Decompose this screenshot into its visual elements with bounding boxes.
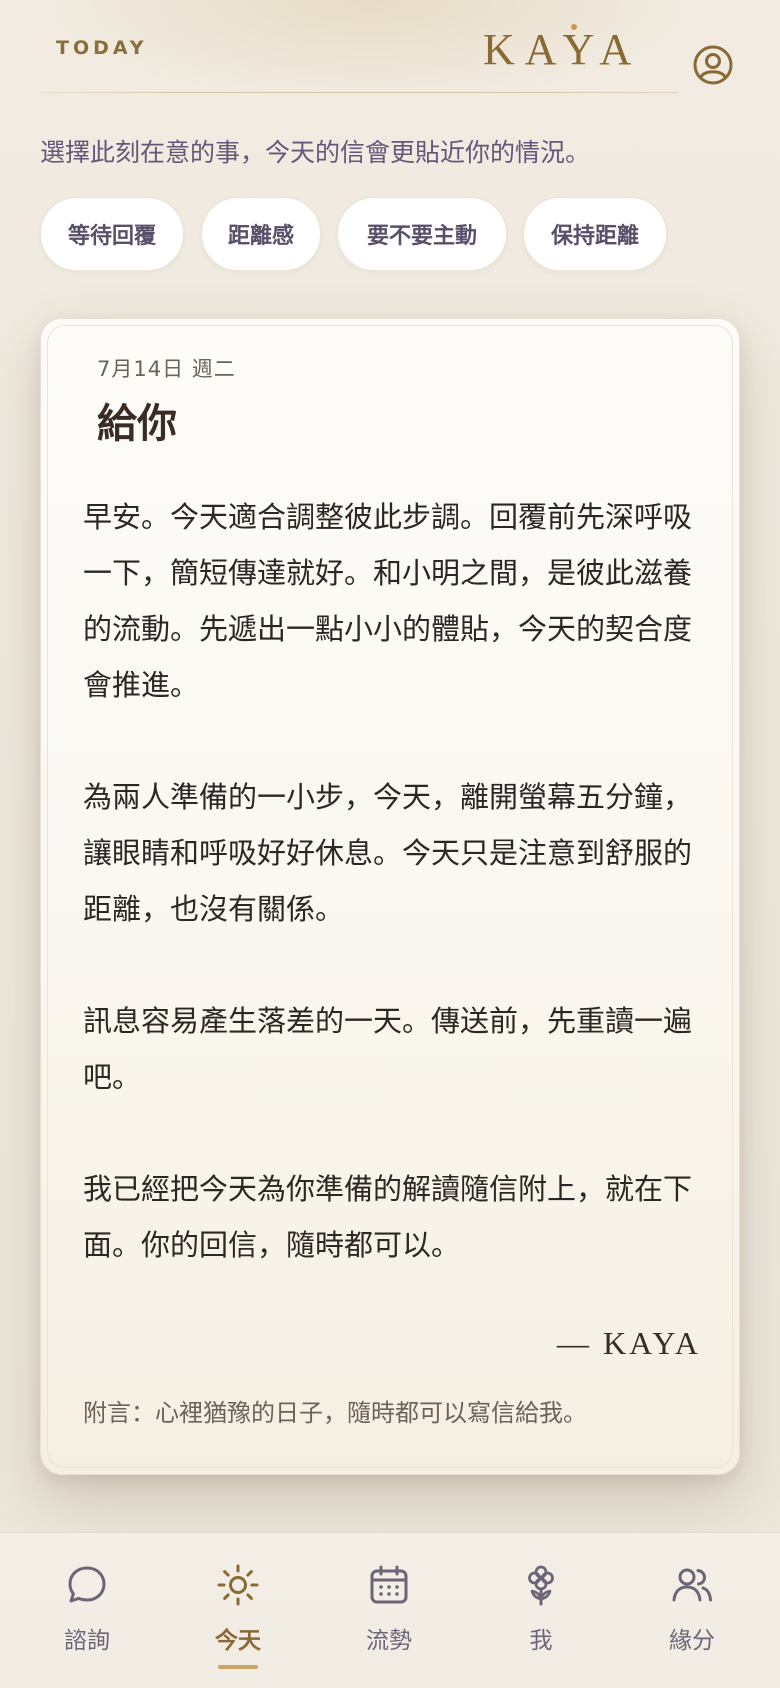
nav-item-flow[interactable]: 流勢 (329, 1563, 449, 1673)
calendar-icon (370, 1565, 408, 1604)
brand-logo: KAYA (483, 25, 642, 74)
users-icon (672, 1568, 712, 1602)
sun-icon (217, 1564, 259, 1606)
nav-item-today[interactable]: 今天 (178, 1563, 298, 1673)
letter-title: 給你 (97, 400, 177, 447)
chip-take-initiative[interactable]: 要不要主動 (337, 197, 507, 271)
letter-postscript: 附言：心裡猶豫的日子，隨時都可以寫信給我。 (83, 1399, 587, 1427)
letter-date: 7月14日 週二 (97, 357, 236, 381)
chip-keep-distance[interactable]: 保持距離 (523, 197, 667, 271)
section-label: TODAY (56, 37, 148, 59)
letter-signature: — KAYA (557, 1325, 701, 1361)
bottom-nav: 諮詢 今天 流勢 我 緣分 (0, 1532, 780, 1688)
letter-paragraph: 我已經把今天為你準備的解讀隨信附上，就在下面。你的回信，隨時都可以。 (83, 1172, 693, 1262)
flower-icon (528, 1565, 554, 1606)
nav-item-fate[interactable]: 緣分 (632, 1563, 752, 1673)
letter-paragraph: 為兩人準備的一小步，今天，離開螢幕五分鐘，讓眼睛和呼吸好好休息。今天只是注意到舒… (83, 780, 693, 926)
letter-paragraph: 訊息容易產生落差的一天。傳送前，先重讀一遍吧。 (83, 1004, 693, 1094)
user-circle-icon[interactable] (692, 44, 734, 86)
nav-label: 流勢 (366, 1628, 412, 1654)
nav-label: 緣分 (669, 1628, 715, 1654)
letter-paragraph: 早安。今天適合調整彼此步調。回覆前先深呼吸一下，簡短傳達就好。和小明之間，是彼此… (83, 500, 693, 702)
nav-item-consult[interactable]: 諮詢 (27, 1563, 147, 1673)
chip-distance[interactable]: 距離感 (201, 197, 321, 271)
nav-label: 我 (529, 1628, 553, 1654)
letter-card: 7月14日 週二 給你 早安。今天適合調整彼此步調。回覆前先深呼吸一下，簡短傳達… (40, 318, 740, 1475)
app-header: TODAY KAYA (0, 0, 780, 100)
chip-waiting-reply[interactable]: 等待回覆 (40, 197, 184, 271)
active-tab-indicator (218, 1665, 258, 1669)
letter-body: 早安。今天適合調整彼此步調。回覆前先深呼吸一下，簡短傳達就好。和小明之間，是彼此… (83, 489, 703, 1273)
nav-label: 諮詢 (64, 1628, 110, 1654)
topic-prompt: 選擇此刻在意的事，今天的信會更貼近你的情況。 (40, 138, 591, 167)
header-divider (40, 92, 678, 93)
nav-item-me[interactable]: 我 (481, 1563, 601, 1673)
nav-label: 今天 (215, 1628, 261, 1654)
chat-bubble-icon (68, 1566, 106, 1603)
